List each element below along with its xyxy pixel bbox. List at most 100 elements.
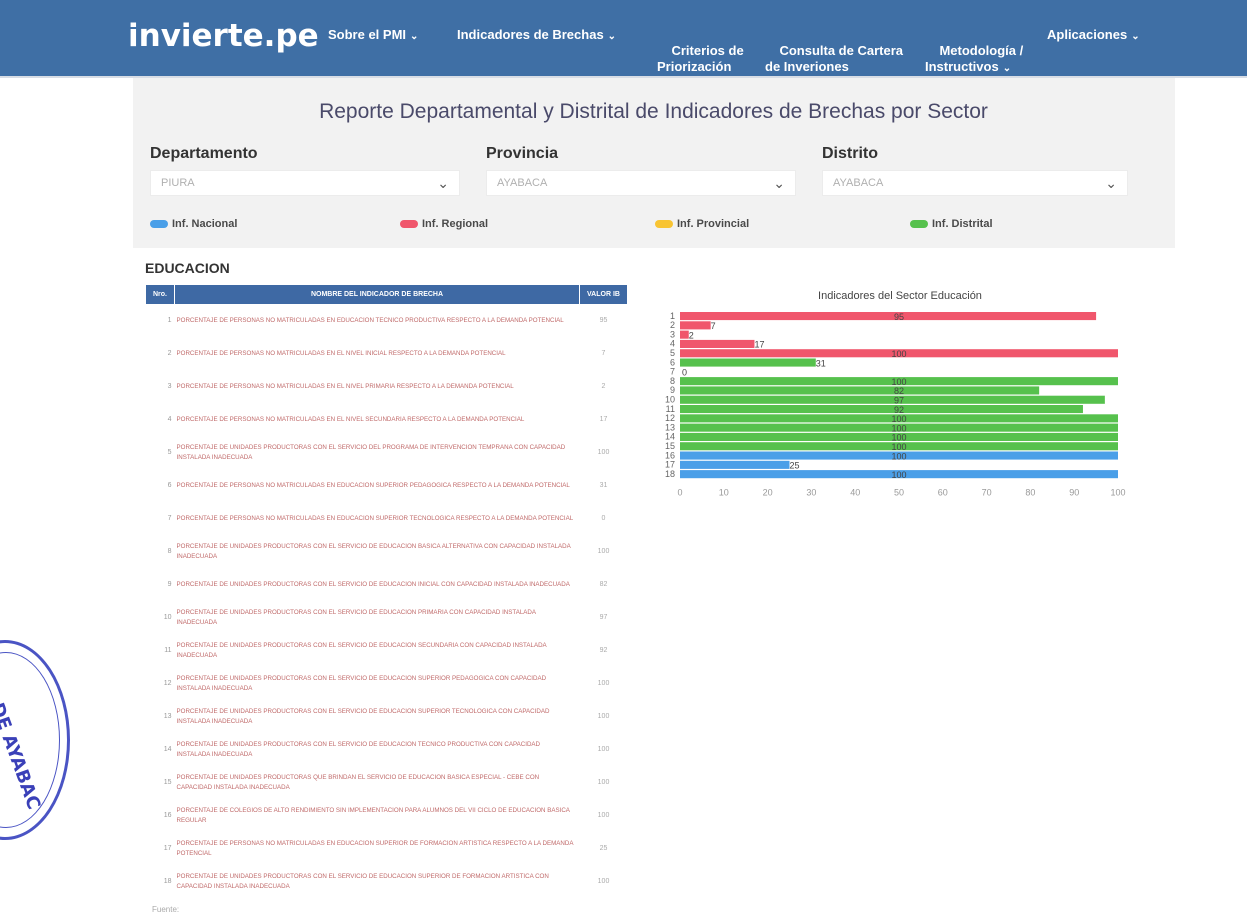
chevron-down-icon: ⌄ xyxy=(1105,175,1117,191)
chart-data-label: 17 xyxy=(754,340,764,350)
chart-x-tick-label: 90 xyxy=(1069,487,1079,497)
row-number: 13 xyxy=(163,713,172,720)
chart-data-label: 0 xyxy=(682,368,687,378)
provincia-value: AYABACA xyxy=(497,177,548,189)
indicators-table: Nro. NOMBRE DEL INDICADOR DE BRECHA VALO… xyxy=(145,284,628,899)
legend-distrital: Inf. Distrital xyxy=(910,218,993,230)
table-header-row: Nro. NOMBRE DEL INDICADOR DE BRECHA VALO… xyxy=(145,284,628,305)
distrito-label: Distrito xyxy=(822,145,878,162)
row-number: 7 xyxy=(167,515,172,522)
row-number: 14 xyxy=(163,746,172,753)
indicator-name: PORCENTAJE DE PERSONAS NO MATRICULADAS E… xyxy=(176,515,574,522)
indicator-name: PORCENTAJE DE UNIDADES PRODUCTORAS CON E… xyxy=(176,675,547,692)
chevron-down-icon: ⌄ xyxy=(1131,31,1140,42)
chevron-down-icon: ⌄ xyxy=(410,31,419,42)
chart-data-label: 100 xyxy=(891,451,906,461)
row-number: 11 xyxy=(164,647,172,654)
indicator-name: PORCENTAJE DE PERSONAS NO MATRICULADAS E… xyxy=(176,416,525,423)
legend-swatch xyxy=(910,220,928,228)
row-number: 12 xyxy=(163,680,172,687)
indicator-value: 0 xyxy=(601,515,606,522)
row-number: 4 xyxy=(167,416,172,423)
table-row: 17 PORCENTAJE DE PERSONAS NO MATRICULADAS… xyxy=(146,833,628,866)
indicator-name: PORCENTAJE DE UNIDADES PRODUCTORAS CON E… xyxy=(176,543,571,560)
table-row: 10 PORCENTAJE DE UNIDADES PRODUCTORAS CON… xyxy=(146,602,628,635)
chart-bar xyxy=(680,312,1097,321)
chart-bar xyxy=(680,330,689,339)
chart-x-tick-label: 30 xyxy=(806,487,816,497)
distrito-value: AYABACA xyxy=(833,177,884,189)
chart-x-tick-label: 60 xyxy=(938,487,948,497)
distrito-select[interactable]: AYABACA ⌄ xyxy=(822,170,1128,196)
nav-sobre-el-pmi[interactable]: Sobre el PMI ⌄ xyxy=(328,27,418,45)
indicator-value: 100 xyxy=(597,779,610,786)
table-row: 8 PORCENTAJE DE UNIDADES PRODUCTORAS CON … xyxy=(146,536,628,569)
indicator-name: PORCENTAJE DE UNIDADES PRODUCTORAS CON E… xyxy=(176,873,549,890)
chart-x-tick-label: 80 xyxy=(1025,487,1035,497)
chevron-down-icon: ⌄ xyxy=(1002,63,1012,74)
chart-data-label: 2 xyxy=(689,330,694,340)
table-row: 1 PORCENTAJE DE PERSONAS NO MATRICULADAS … xyxy=(146,305,628,338)
indicator-name: PORCENTAJE DE PERSONAS NO MATRICULADAS E… xyxy=(176,482,570,489)
table-row: 3 PORCENTAJE DE PERSONAS NO MATRICULADAS … xyxy=(146,371,628,404)
indicator-value: 100 xyxy=(597,713,610,720)
table-row: 12 PORCENTAJE DE UNIDADES PRODUCTORAS CON… xyxy=(146,668,628,701)
footer-source: Fuente: xyxy=(152,905,180,913)
indicator-value: 31 xyxy=(599,482,608,489)
chevron-down-icon: ⌄ xyxy=(773,175,785,191)
chart-x-tick-label: 70 xyxy=(982,487,992,497)
nav-label: Indicadores de Brechas xyxy=(457,27,604,42)
chart-bar xyxy=(680,405,1083,414)
indicator-name: PORCENTAJE DE PERSONAS NO MATRICULADAS E… xyxy=(176,317,564,325)
header-valor: VALOR IB xyxy=(579,284,628,305)
legend-regional: Inf. Regional xyxy=(400,218,488,230)
invierte-logo[interactable]: invierte.pe xyxy=(128,18,319,54)
row-number: 5 xyxy=(167,449,172,456)
chevron-down-icon: ⌄ xyxy=(607,31,617,42)
section-title: EDUCACION xyxy=(145,260,230,276)
nav-aplicaciones[interactable]: Aplicaciones ⌄ xyxy=(1047,27,1140,45)
indicator-value: 82 xyxy=(599,581,608,588)
indicator-value: 7 xyxy=(601,350,606,357)
nav-indicadores-de-brechas[interactable]: Indicadores de Brechas ⌄ xyxy=(457,27,616,45)
chart-x-tick-label: 40 xyxy=(850,487,860,497)
indicator-name: PORCENTAJE DE UNIDADES PRODUCTORAS CON E… xyxy=(176,642,547,659)
nav-label: Aplicaciones xyxy=(1047,27,1128,42)
nav-label: Criterios de Priorización xyxy=(657,43,744,74)
nav-label: Sobre el PMI xyxy=(328,27,407,42)
provincia-select[interactable]: AYABACA ⌄ xyxy=(486,170,796,196)
table-row: 7 PORCENTAJE DE PERSONAS NO MATRICULADAS … xyxy=(146,503,628,536)
indicator-name: PORCENTAJE DE COLEGIOS DE ALTO RENDIMIEN… xyxy=(176,807,570,824)
provincia-label: Provincia xyxy=(486,145,559,162)
indicator-name: PORCENTAJE DE PERSONAS NO MATRICULADAS E… xyxy=(176,840,574,857)
indicator-value: 100 xyxy=(597,680,610,687)
table-row: 15 PORCENTAJE DE UNIDADES PRODUCTORAS QUE… xyxy=(146,767,628,800)
departamento-select[interactable]: PIURA ⌄ xyxy=(150,170,460,196)
legend-swatch xyxy=(655,220,673,228)
chart-data-label: 100 xyxy=(891,349,906,359)
table-row: 4 PORCENTAJE DE PERSONAS NO MATRICULADAS … xyxy=(146,404,628,437)
chart-bar xyxy=(680,339,755,348)
indicator-name: PORCENTAJE DE PERSONAS NO MATRICULADAS E… xyxy=(176,350,506,357)
indicator-name: PORCENTAJE DE PERSONAS NO MATRICULADAS E… xyxy=(176,383,514,390)
top-navbar: invierte.pe Sobre el PMI ⌄ Indicadores de… xyxy=(0,0,1247,78)
chart-bar xyxy=(680,386,1040,395)
chart-data-label: 7 xyxy=(711,321,716,331)
indicator-value: 100 xyxy=(597,548,610,555)
indicator-value: 25 xyxy=(599,845,608,852)
row-number: 15 xyxy=(163,779,172,786)
legend-label: Inf. Distrital xyxy=(932,218,993,230)
chart-category-label: 18 xyxy=(665,469,675,479)
indicator-value: 100 xyxy=(597,449,610,456)
row-number: 18 xyxy=(163,878,172,885)
table-row: 13 PORCENTAJE DE UNIDADES PRODUCTORAS CON… xyxy=(146,701,628,734)
table-row: 2 PORCENTAJE DE PERSONAS NO MATRICULADAS … xyxy=(146,338,628,371)
legend-nacional: Inf. Nacional xyxy=(150,218,237,230)
legend-swatch xyxy=(150,220,168,228)
indicator-name: PORCENTAJE DE UNIDADES PRODUCTORAS CON E… xyxy=(176,741,541,758)
row-number: 8 xyxy=(167,548,172,555)
header-nombre: NOMBRE DEL INDICADOR DE BRECHA xyxy=(174,284,580,305)
legend-swatch xyxy=(400,220,418,228)
chart-data-label: 31 xyxy=(816,358,826,368)
chart-x-tick-label: 10 xyxy=(719,487,729,497)
